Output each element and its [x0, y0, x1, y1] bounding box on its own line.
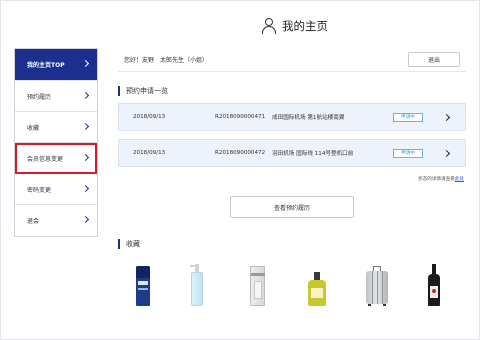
sidebar-item-password-change[interactable]: 密码变更	[15, 174, 97, 205]
greeting-row: 您好！友野 太郎先生（小姐） 退出	[118, 48, 466, 72]
chevron-right-icon	[81, 153, 90, 162]
chevron-right-icon	[442, 113, 451, 122]
sidebar-item-label: 收藏	[27, 124, 40, 132]
status-note-text: 状态的详情请查看	[418, 177, 455, 182]
page-title: 我的主页	[262, 16, 328, 36]
section-marker	[118, 86, 120, 96]
status-badge: 申请中	[393, 148, 423, 158]
sidebar-item-label: 会员信息变更	[27, 155, 64, 163]
chevron-right-icon	[81, 122, 90, 131]
chevron-right-icon	[81, 91, 90, 100]
sidebar-item-member-info-change[interactable]: 会员信息变更	[15, 143, 97, 174]
view-history-button[interactable]: 查看预约履历	[230, 196, 354, 218]
logout-button[interactable]: 退出	[408, 52, 460, 67]
sidebar-item-mypage-top[interactable]: 我的主页TOP	[15, 49, 97, 81]
reservation-place: 成田国际机场 第1航站楼南翼	[272, 115, 345, 121]
favorites-list	[118, 256, 466, 306]
favorites-heading-text: 收藏	[126, 240, 140, 248]
reservation-date: 2018/09/13	[133, 150, 166, 156]
reservation-date: 2018/09/13	[133, 114, 166, 120]
reservation-number: R2018090000471	[215, 114, 266, 120]
person-icon	[262, 18, 276, 34]
chevron-right-icon	[442, 149, 451, 158]
reservation-place: 羽田机场 国际线 114号登机口前	[272, 151, 354, 157]
favorite-item-suitcase[interactable]	[366, 266, 388, 306]
status-badge: 申请中	[393, 112, 423, 122]
favorite-item-lab-series-bottle[interactable]	[136, 266, 150, 306]
sidebar-item-reservation-history[interactable]: 预约履历	[15, 81, 97, 112]
favorite-item-pump-bottle[interactable]	[190, 264, 204, 306]
page-title-text: 我的主页	[282, 19, 328, 33]
status-note-link[interactable]: 此处	[455, 177, 464, 182]
sidebar: 我的主页TOP 预约履历 收藏 会员信息变更 密码变更 退会	[14, 48, 98, 237]
sidebar-item-label: 预约履历	[27, 93, 52, 101]
favorite-item-boxed-cosmetic[interactable]	[250, 266, 265, 306]
chevron-right-icon	[81, 184, 90, 193]
reservations-heading: 预约申请一览	[118, 85, 168, 97]
reservation-number: R2018090000472	[215, 150, 266, 156]
status-note: 状态的详情请查看此处	[418, 176, 464, 182]
sidebar-item-label: 退会	[27, 218, 40, 225]
sidebar-item-withdraw[interactable]: 退会	[15, 205, 97, 236]
chevron-right-icon	[81, 215, 90, 224]
favorite-item-oil-bottle[interactable]	[308, 272, 326, 306]
section-marker	[118, 239, 120, 249]
greeting-text: 您好！友野 太郎先生（小姐）	[124, 57, 209, 64]
reservation-card[interactable]: 2018/09/13 R2018090000471 成田国际机场 第1航站楼南翼…	[118, 103, 466, 131]
chevron-right-icon	[81, 59, 90, 68]
reservations-heading-text: 预约申请一览	[126, 87, 168, 95]
sidebar-item-favorites[interactable]: 收藏	[15, 112, 97, 143]
favorite-item-sake-bottle[interactable]	[428, 264, 440, 306]
sidebar-item-label: 密码变更	[27, 186, 52, 194]
favorites-heading: 收藏	[118, 238, 140, 250]
reservation-card[interactable]: 2018/09/13 R2018090000472 羽田机场 国际线 114号登…	[118, 139, 466, 167]
sidebar-item-label: 我的主页TOP	[27, 62, 65, 69]
